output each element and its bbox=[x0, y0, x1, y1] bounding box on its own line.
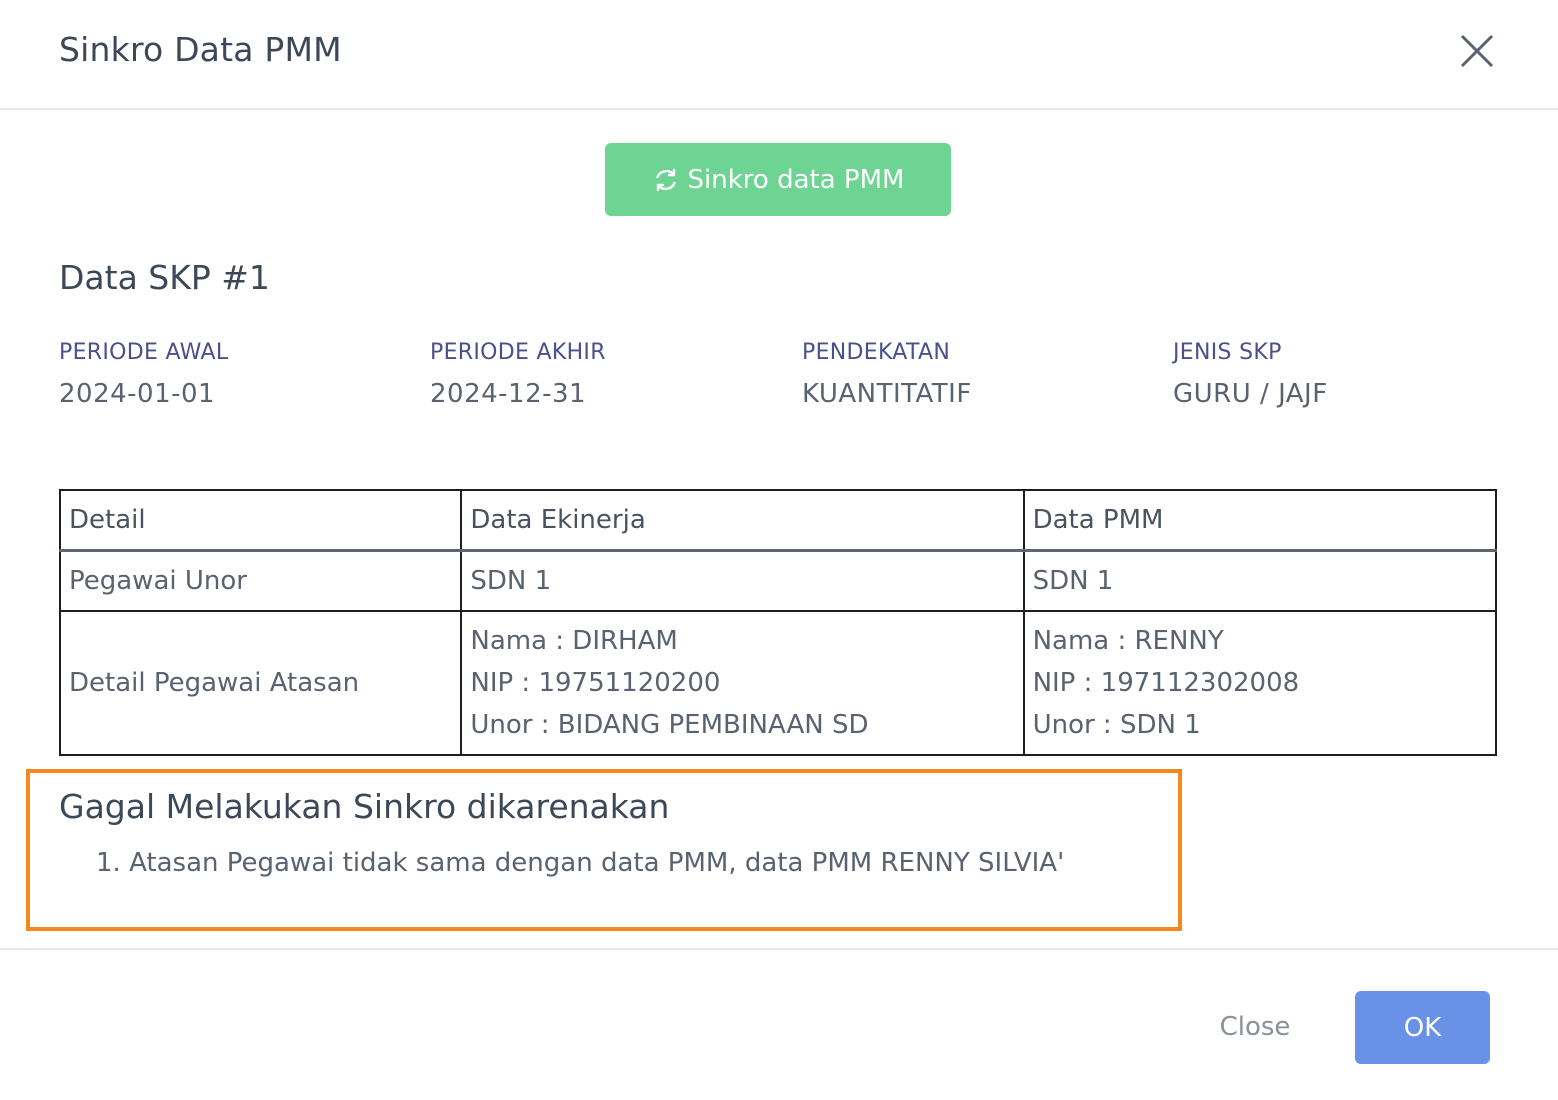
jenis-skp-value: GURU / JAJF bbox=[1173, 379, 1328, 409]
header-data-ekinerja: Data Ekinerja bbox=[460, 489, 1025, 552]
jenis-skp: JENIS SKP GURU / JAJF bbox=[1173, 340, 1328, 409]
ekinerja-atasan-nama: Nama : DIRHAM bbox=[470, 626, 678, 656]
error-list: 1. Atasan Pegawai tidak sama dengan data… bbox=[96, 848, 1064, 878]
pmm-atasan-nip: NIP : 197112302008 bbox=[1032, 668, 1300, 698]
pmm-atasan-nama: Nama : RENNY bbox=[1032, 626, 1224, 656]
periode-akhir-label: PERIODE AKHIR bbox=[430, 340, 606, 365]
header-detail: Detail bbox=[58, 489, 463, 552]
sinkro-modal: Sinkro Data PMM Sinkro data PMM Data SKP… bbox=[0, 0, 1558, 1100]
sync-button-label: Sinkro data PMM bbox=[687, 164, 905, 195]
pendekatan-label: PENDEKATAN bbox=[802, 340, 951, 365]
pmm-atasan-unor: Unor : SDN 1 bbox=[1032, 710, 1201, 740]
pendekatan-value: KUANTITATIF bbox=[802, 379, 972, 409]
refresh-icon bbox=[652, 166, 680, 194]
periode-akhir: PERIODE AKHIR 2024-12-31 bbox=[430, 340, 606, 409]
pmm-unor: SDN 1 bbox=[1022, 549, 1498, 612]
footer-divider bbox=[0, 948, 1558, 950]
ekinerja-atasan-unor: Unor : BIDANG PEMBINAAN SD bbox=[470, 710, 869, 740]
pendekatan: PENDEKATAN KUANTITATIF bbox=[802, 340, 972, 409]
row-detail-pegawai-atasan: Detail Pegawai Atasan bbox=[58, 610, 463, 756]
periode-awal-label: PERIODE AWAL bbox=[59, 340, 229, 365]
jenis-skp-label: JENIS SKP bbox=[1173, 340, 1282, 365]
close-icon[interactable] bbox=[1456, 30, 1498, 72]
skp-title: Data SKP #1 bbox=[59, 258, 270, 297]
ekinerja-atasan-cell: Nama : DIRHAM NIP : 19751120200 Unor : B… bbox=[460, 610, 1025, 756]
modal-title: Sinkro Data PMM bbox=[59, 30, 342, 69]
periode-awal-value: 2024-01-01 bbox=[59, 379, 216, 409]
comparison-table: Detail Data Ekinerja Data PMM Pegawai Un… bbox=[58, 489, 1498, 756]
table-row: Detail Pegawai Atasan Nama : DIRHAM NIP … bbox=[58, 610, 1498, 756]
ekinerja-unor: SDN 1 bbox=[460, 549, 1025, 612]
pmm-atasan-cell: Nama : RENNY NIP : 197112302008 Unor : S… bbox=[1022, 610, 1498, 756]
modal-header: Sinkro Data PMM bbox=[0, 0, 1558, 110]
error-item: 1. Atasan Pegawai tidak sama dengan data… bbox=[96, 848, 1065, 878]
periode-awal: PERIODE AWAL 2024-01-01 bbox=[59, 340, 228, 409]
error-title: Gagal Melakukan Sinkro dikarenakan bbox=[59, 787, 670, 826]
table-row: Pegawai Unor SDN 1 SDN 1 bbox=[58, 549, 1498, 612]
close-button[interactable]: Close bbox=[1203, 1005, 1307, 1049]
ok-button[interactable]: OK bbox=[1355, 991, 1490, 1064]
periode-akhir-value: 2024-12-31 bbox=[430, 379, 587, 409]
row-detail-pegawai-unor: Pegawai Unor bbox=[58, 549, 463, 612]
table-header-row: Detail Data Ekinerja Data PMM bbox=[58, 489, 1498, 552]
ekinerja-atasan-nip: NIP : 19751120200 bbox=[470, 668, 721, 698]
header-data-pmm: Data PMM bbox=[1022, 489, 1498, 552]
sync-pmm-button[interactable]: Sinkro data PMM bbox=[605, 143, 951, 216]
